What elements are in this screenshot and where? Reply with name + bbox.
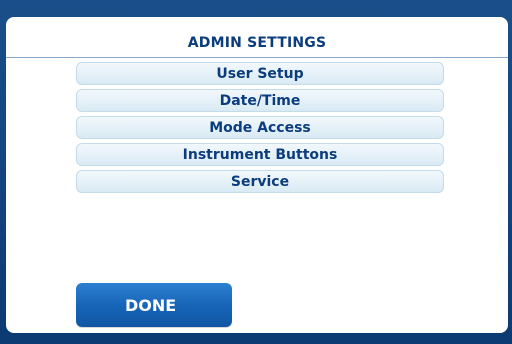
done-button[interactable]: DONE: [76, 283, 232, 327]
menu-item-date-time[interactable]: Date/Time: [76, 89, 444, 112]
menu-item-mode-access[interactable]: Mode Access: [76, 116, 444, 139]
admin-settings-panel: ADMIN SETTINGS User Setup Date/Time Mode…: [6, 17, 508, 333]
menu-item-instrument-buttons[interactable]: Instrument Buttons: [76, 143, 444, 166]
window-frame: ADMIN SETTINGS User Setup Date/Time Mode…: [0, 0, 512, 344]
page-title: ADMIN SETTINGS: [187, 35, 327, 51]
settings-menu: User Setup Date/Time Mode Access Instrum…: [76, 62, 444, 197]
title-divider: [6, 57, 508, 58]
menu-item-service[interactable]: Service: [76, 170, 444, 193]
menu-item-user-setup[interactable]: User Setup: [76, 62, 444, 85]
